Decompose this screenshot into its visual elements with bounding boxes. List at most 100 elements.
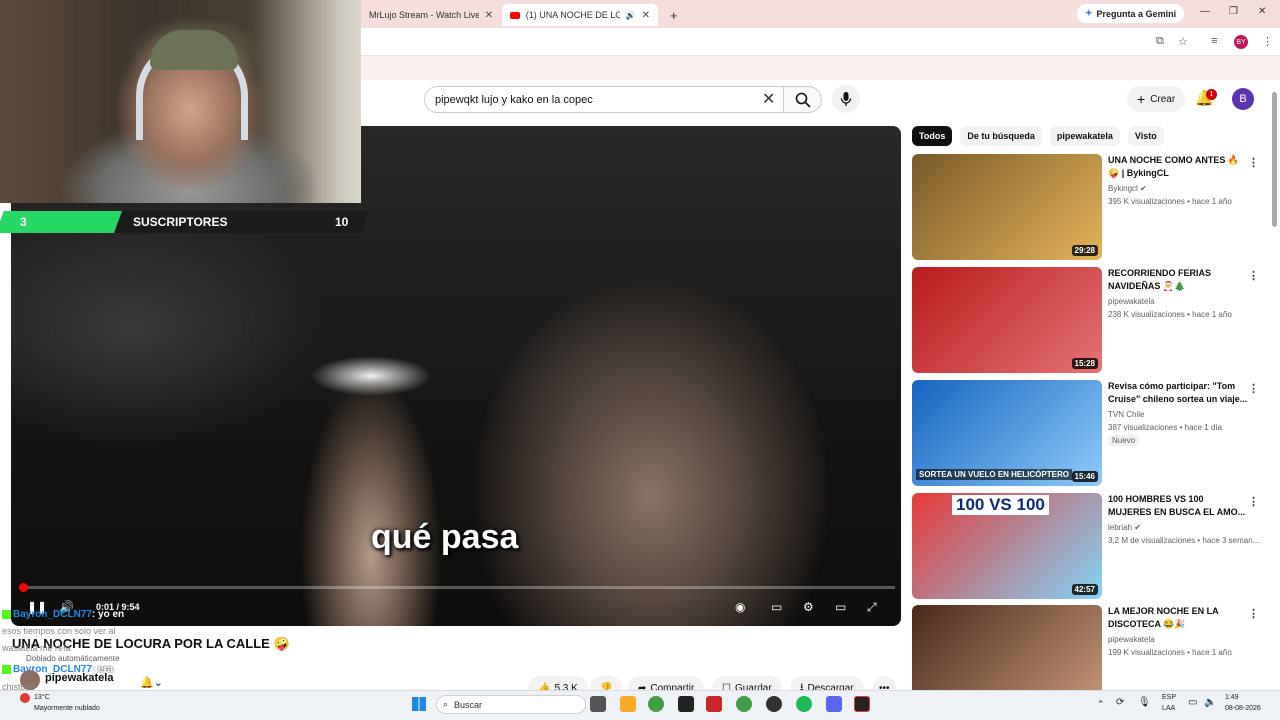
recommended-video[interactable]: 100 VS 100 42:57 100 HOMBRES VS 100 MUJE… [912,493,1262,599]
tray-sync-icon[interactable]: ⟳ [1116,697,1124,708]
tab-mrlujo-stream[interactable]: MrLujo Stream - Watch Live on ✕ [361,4,501,26]
channel-name[interactable]: TVN Chile [1108,410,1144,419]
channel-name[interactable]: lebriah ✔ [1108,523,1141,532]
search-value: pipewqkt lujo y kako en la copec [435,93,593,106]
more-options-icon[interactable]: ⋮ [1248,156,1259,169]
media-controls-icon[interactable]: ≡ [1211,35,1217,47]
clock-time: 1:49 [1225,694,1239,701]
close-window-icon[interactable]: ✕ [1258,6,1266,17]
language-layout[interactable]: LAA [1162,705,1175,712]
discord-icon[interactable] [826,696,842,712]
chrome-icon[interactable] [648,696,664,712]
more-options-icon[interactable]: ⋮ [1248,382,1259,395]
video-thumbnail[interactable]: 100 VS 100 42:57 [912,493,1102,599]
chrome-active-icon[interactable] [736,696,752,712]
more-options-icon[interactable]: ⋮ [1248,495,1259,508]
tab-youtube-video[interactable]: (1) UNA NOCHE DE LOCURA 🔊 ✕ [502,4,658,26]
obs-icon[interactable] [766,696,782,712]
gemini-icon: ✦ [1085,8,1093,18]
subscribe-bell-icon[interactable]: 🔔⌄ [140,676,163,689]
fullscreen-icon[interactable]: ⤢ [867,600,877,615]
theater-mode-icon[interactable]: ▭ [835,600,846,614]
progress-scrubber[interactable] [19,583,28,592]
thumbnail-caption: 100 VS 100 [952,495,1049,515]
video-title[interactable]: RECORRIENDO FERIAS NAVIDEÑAS 🎅🎄 [1108,267,1248,293]
search-icon: ⌕ [443,699,449,709]
app-red-icon[interactable] [706,696,722,712]
more-options-icon[interactable]: ⋮ [1248,269,1259,282]
chip-todos[interactable]: Todos [912,126,953,146]
video-thumbnail[interactable]: 15:28 [912,267,1102,373]
plus-icon: + [670,7,678,23]
ask-gemini-button[interactable]: ✦ Pregunta a Gemini [1077,4,1185,23]
language-code[interactable]: ESP [1162,694,1176,701]
install-app-icon[interactable]: ⧉ [1156,35,1164,48]
channel-name[interactable]: pipewakatela [1108,635,1155,644]
video-title[interactable]: Revisa cómo participar: "Tom Cruise" chi… [1108,380,1248,406]
youtube-favicon-icon [510,11,520,19]
video-thumbnail[interactable] [912,605,1102,690]
browser-menu-icon[interactable]: ⋮ [1262,35,1273,48]
video-duration: 29:28 [1071,245,1098,256]
recommended-video[interactable]: 29:28 UNA NOCHE COMO ANTES 🔥🤪 | BykingCL… [912,154,1262,260]
maximize-icon[interactable]: ❐ [1229,6,1238,17]
chip-visto[interactable]: Visto [1127,126,1164,146]
minimize-icon[interactable]: — [1200,6,1210,17]
video-thumbnail[interactable]: 29:28 [912,154,1102,260]
weather-icon[interactable] [20,693,30,703]
tab-label: MrLujo Stream - Watch Live on [369,10,479,20]
settings-gear-icon[interactable]: ⚙ [803,600,814,614]
page-scrollbar[interactable] [1272,92,1277,227]
subscriber-goal-fill [0,211,123,233]
new-tab-button[interactable]: + [662,4,686,26]
task-view-icon[interactable] [590,696,606,712]
channel-name[interactable]: pipewakatela [1108,297,1155,306]
epic-games-icon[interactable] [678,696,694,712]
video-meta: 387 visualizaciones • hace 1 día [1108,423,1222,432]
video-meta: 3,2 M de visualizaciones • hace 3 seman.… [1108,536,1260,545]
create-button[interactable]: + Crear [1127,86,1186,112]
weather-status: Mayormente nublado [34,705,100,712]
tab-close-icon[interactable]: ✕ [485,10,493,21]
more-options-icon[interactable]: ⋮ [1248,607,1259,620]
search-input[interactable]: pipewqkt lujo y kako en la copec [424,86,784,113]
chat-message-continued: esos tiempos con solo ver al [2,626,116,636]
channel-name[interactable]: Bykingcl ✔ [1108,184,1147,193]
bookmark-star-icon[interactable]: ☆ [1178,35,1188,48]
tray-mic-icon[interactable]: 🎙 [1138,697,1151,708]
chip-pipewakatela[interactable]: pipewakatela [1049,126,1120,146]
chip-de-tu-busqueda[interactable]: De tu búsqueda [960,126,1042,146]
taskbar-search[interactable]: ⌕ Buscar [436,695,586,714]
recommended-video[interactable]: 15:28 RECORRIENDO FERIAS NAVIDEÑAS 🎅🎄 pi… [912,267,1262,373]
screen: { "browser": { "tabs": [ {"label": "MrLu… [0,0,1280,720]
search-button[interactable] [784,86,822,113]
spotify-icon[interactable] [796,696,812,712]
chat-message: Bayron_DCLN77: yo en [2,609,124,620]
network-icon[interactable]: ▭ [1188,697,1197,708]
subtitles-icon[interactable]: ▭ [771,600,782,614]
video-title[interactable]: UNA NOCHE COMO ANTES 🔥🤪 | BykingCL [1108,154,1248,180]
voice-search-button[interactable] [832,85,860,113]
progress-bar[interactable] [19,586,895,589]
video-duration: 42:57 [1071,584,1098,595]
recommended-video[interactable]: LA MEJOR NOCHE EN LA DISCOTECA 😂🎉 pipewa… [912,605,1262,690]
tray-chevron-icon[interactable]: ⌃ [1097,699,1105,710]
account-avatar[interactable]: B [1232,88,1254,110]
windows-start-icon[interactable] [412,697,426,711]
file-explorer-icon[interactable] [620,696,636,712]
video-title[interactable]: 100 HOMBRES VS 100 MUJERES EN BUSCA EL A… [1108,493,1248,519]
channel-name[interactable]: pipewakatela [45,672,113,684]
recommended-video[interactable]: SORTEA UN VUELO EN HELICÓPTERO 15:46 Rev… [912,380,1262,486]
browser-profile-avatar[interactable]: BY [1234,35,1248,49]
video-title[interactable]: LA MEJOR NOCHE EN LA DISCOTECA 😂🎉 [1108,605,1248,631]
video-thumbnail[interactable]: SORTEA UN VUELO EN HELICÓPTERO 15:46 [912,380,1102,486]
kick-badge-icon [2,609,11,619]
volume-tray-icon[interactable]: 🔈 [1204,697,1216,708]
video-duration: 15:28 [1071,358,1098,369]
chat-message-continued: wasatela me reía [2,643,71,653]
taskbar-search-label: Buscar [454,699,483,710]
clear-search-icon[interactable]: ✕ [762,89,775,109]
autoplay-toggle-icon[interactable]: ◉ [735,600,745,614]
epic-games-active-icon[interactable] [854,696,870,712]
tab-close-icon[interactable]: ✕ [642,10,650,21]
